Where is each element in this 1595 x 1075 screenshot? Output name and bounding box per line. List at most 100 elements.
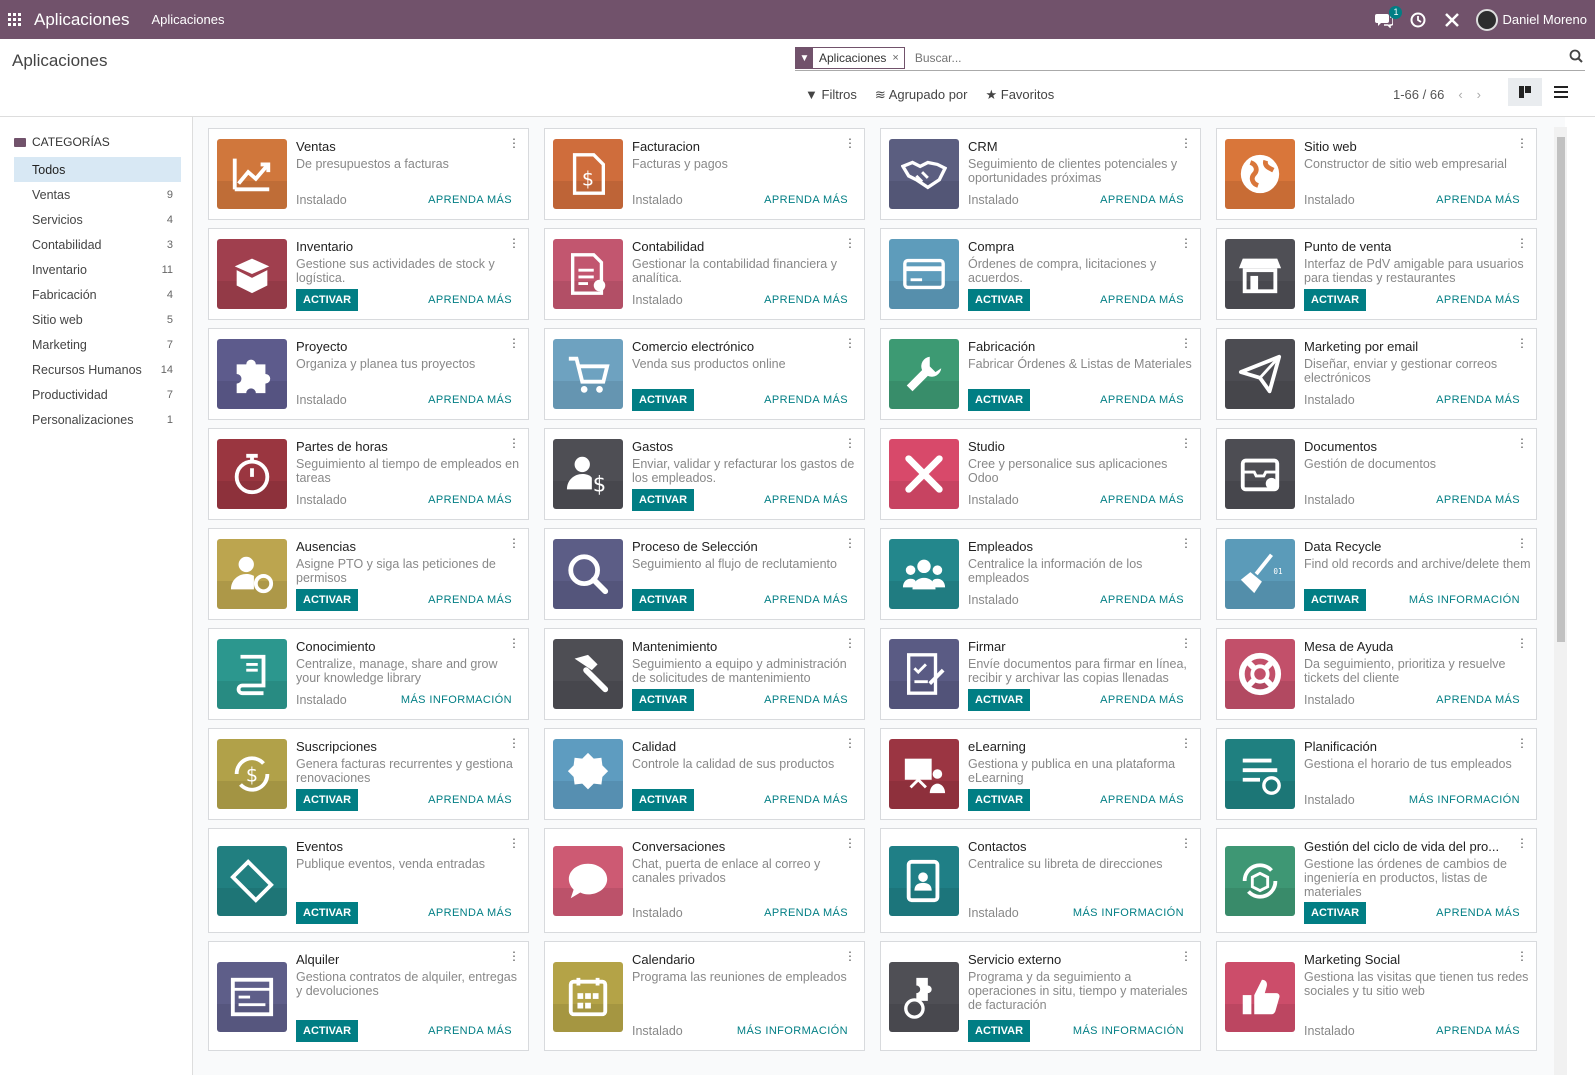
- app-card[interactable]: ⋮ Ausencias Asigne PTO y siga las petici…: [208, 528, 529, 620]
- app-card[interactable]: ⋮ Fabricación Fabricar Órdenes & Listas …: [880, 328, 1201, 420]
- kebab-menu-icon[interactable]: ⋮: [1180, 137, 1192, 149]
- kebab-menu-icon[interactable]: ⋮: [1516, 950, 1528, 962]
- category-item[interactable]: Recursos Humanos 14: [14, 357, 181, 382]
- activate-button[interactable]: ACTIVAR: [632, 489, 695, 511]
- learn-more-link[interactable]: APRENDA MÁS: [764, 794, 848, 806]
- learn-more-link[interactable]: APRENDA MÁS: [1100, 194, 1184, 206]
- learn-more-link[interactable]: APRENDA MÁS: [1436, 494, 1520, 506]
- kebab-menu-icon[interactable]: ⋮: [844, 437, 856, 449]
- more-info-link[interactable]: MÁS INFORMACIÓN: [1409, 794, 1520, 806]
- scrollbar-thumb[interactable]: [1557, 137, 1565, 642]
- app-card[interactable]: ⋮ Documentos Gestión de documentos Insta…: [1216, 428, 1537, 520]
- learn-more-link[interactable]: APRENDA MÁS: [1100, 294, 1184, 306]
- learn-more-link[interactable]: APRENDA MÁS: [764, 194, 848, 206]
- app-card[interactable]: $ ⋮ Gastos Enviar, validar y refacturar …: [544, 428, 865, 520]
- kebab-menu-icon[interactable]: ⋮: [1180, 437, 1192, 449]
- filters-button[interactable]: ▼ Filtros: [805, 87, 857, 103]
- list-view-button[interactable]: [1544, 78, 1578, 106]
- category-item[interactable]: Inventario 11: [14, 257, 181, 282]
- kebab-menu-icon[interactable]: ⋮: [1180, 337, 1192, 349]
- activate-button[interactable]: ACTIVAR: [968, 789, 1031, 811]
- activate-button[interactable]: ACTIVAR: [296, 902, 359, 924]
- app-card[interactable]: ⋮ eLearning Gestiona y publica en una pl…: [880, 728, 1201, 820]
- brand-title[interactable]: Aplicaciones: [34, 10, 129, 30]
- app-card[interactable]: ⋮ Gestión del ciclo de vida del pro... G…: [1216, 828, 1537, 933]
- activate-button[interactable]: ACTIVAR: [296, 589, 359, 611]
- app-card[interactable]: ⋮ Partes de horas Seguimiento al tiempo …: [208, 428, 529, 520]
- learn-more-link[interactable]: APRENDA MÁS: [1100, 494, 1184, 506]
- search-icon[interactable]: [1569, 49, 1583, 67]
- category-item[interactable]: Servicios 4: [14, 207, 181, 232]
- activate-button[interactable]: ACTIVAR: [968, 289, 1031, 311]
- kebab-menu-icon[interactable]: ⋮: [1180, 837, 1192, 849]
- kebab-menu-icon[interactable]: ⋮: [1180, 237, 1192, 249]
- kebab-menu-icon[interactable]: ⋮: [844, 950, 856, 962]
- activate-button[interactable]: ACTIVAR: [632, 589, 695, 611]
- app-card[interactable]: ⋮ Marketing por email Diseñar, enviar y …: [1216, 328, 1537, 420]
- activate-button[interactable]: ACTIVAR: [296, 289, 359, 311]
- learn-more-link[interactable]: APRENDA MÁS: [1436, 294, 1520, 306]
- app-card[interactable]: 0110 ⋮ Data Recycle Find old records and…: [1216, 528, 1537, 620]
- kebab-menu-icon[interactable]: ⋮: [508, 837, 520, 849]
- activate-button[interactable]: ACTIVAR: [632, 789, 695, 811]
- app-card[interactable]: ⋮ Servicio externo Programa y da seguimi…: [880, 941, 1201, 1051]
- category-item[interactable]: Personalizaciones 1: [14, 407, 181, 432]
- app-card[interactable]: ⋮ Compra Órdenes de compra, licitaciones…: [880, 228, 1201, 320]
- app-card[interactable]: ⋮ Conocimiento Centralize, manage, share…: [208, 628, 529, 720]
- app-card[interactable]: ⋮ Punto de venta Interfaz de PdV amigabl…: [1216, 228, 1537, 320]
- tools-icon[interactable]: [1442, 10, 1462, 30]
- menu-item-aplicaciones[interactable]: Aplicaciones: [151, 12, 224, 27]
- app-card[interactable]: ⋮ Contabilidad Gestionar la contabilidad…: [544, 228, 865, 320]
- learn-more-link[interactable]: APRENDA MÁS: [1100, 594, 1184, 606]
- kebab-menu-icon[interactable]: ⋮: [1180, 637, 1192, 649]
- kebab-menu-icon[interactable]: ⋮: [508, 137, 520, 149]
- activate-button[interactable]: ACTIVAR: [1304, 289, 1367, 311]
- learn-more-link[interactable]: APRENDA MÁS: [764, 494, 848, 506]
- app-card[interactable]: ⋮ Sitio web Constructor de sitio web emp…: [1216, 128, 1537, 220]
- app-card[interactable]: ⋮ Eventos Publique eventos, venda entrad…: [208, 828, 529, 933]
- kebab-menu-icon[interactable]: ⋮: [1180, 737, 1192, 749]
- more-info-link[interactable]: MÁS INFORMACIÓN: [1073, 1025, 1184, 1037]
- app-card[interactable]: ⋮ Comercio electrónico Venda sus product…: [544, 328, 865, 420]
- kebab-menu-icon[interactable]: ⋮: [1516, 837, 1528, 849]
- category-item[interactable]: Sitio web 5: [14, 307, 181, 332]
- more-info-link[interactable]: MÁS INFORMACIÓN: [401, 694, 512, 706]
- kebab-menu-icon[interactable]: ⋮: [508, 637, 520, 649]
- app-card[interactable]: ⋮ Ventas De presupuestos a facturas Inst…: [208, 128, 529, 220]
- app-card[interactable]: ⋮ Proceso de Selección Seguimiento al fl…: [544, 528, 865, 620]
- learn-more-link[interactable]: APRENDA MÁS: [428, 194, 512, 206]
- activate-button[interactable]: ACTIVAR: [1304, 589, 1367, 611]
- learn-more-link[interactable]: APRENDA MÁS: [428, 294, 512, 306]
- activate-button[interactable]: ACTIVAR: [632, 389, 695, 411]
- learn-more-link[interactable]: APRENDA MÁS: [428, 494, 512, 506]
- kebab-menu-icon[interactable]: ⋮: [1180, 537, 1192, 549]
- activate-button[interactable]: ACTIVAR: [968, 389, 1031, 411]
- app-card[interactable]: ⋮ Alquiler Gestiona contratos de alquile…: [208, 941, 529, 1051]
- kebab-menu-icon[interactable]: ⋮: [844, 637, 856, 649]
- app-card[interactable]: ⋮ Calidad Controle la calidad de sus pro…: [544, 728, 865, 820]
- learn-more-link[interactable]: APRENDA MÁS: [428, 907, 512, 919]
- learn-more-link[interactable]: APRENDA MÁS: [1436, 394, 1520, 406]
- app-card[interactable]: $ ⋮ Suscripciones Genera facturas recurr…: [208, 728, 529, 820]
- kebab-menu-icon[interactable]: ⋮: [508, 337, 520, 349]
- app-menu-icon[interactable]: [8, 12, 22, 27]
- pager-previous-icon[interactable]: ‹: [1458, 87, 1462, 102]
- learn-more-link[interactable]: APRENDA MÁS: [764, 594, 848, 606]
- kebab-menu-icon[interactable]: ⋮: [1180, 950, 1192, 962]
- app-card[interactable]: ⋮ Mesa de Ayuda Da seguimiento, prioriti…: [1216, 628, 1537, 720]
- learn-more-link[interactable]: APRENDA MÁS: [428, 1025, 512, 1037]
- groupby-button[interactable]: ≋ Agrupado por: [875, 87, 968, 103]
- kebab-menu-icon[interactable]: ⋮: [844, 337, 856, 349]
- learn-more-link[interactable]: APRENDA MÁS: [428, 794, 512, 806]
- app-card[interactable]: ⋮ Empleados Centralice la información de…: [880, 528, 1201, 620]
- more-info-link[interactable]: MÁS INFORMACIÓN: [1409, 594, 1520, 606]
- activate-button[interactable]: ACTIVAR: [1304, 902, 1367, 924]
- activate-button[interactable]: ACTIVAR: [968, 689, 1031, 711]
- kebab-menu-icon[interactable]: ⋮: [508, 437, 520, 449]
- app-card[interactable]: ⋮ Proyecto Organiza y planea tus proyect…: [208, 328, 529, 420]
- app-card[interactable]: ⋮ Mantenimiento Seguimiento a equipo y a…: [544, 628, 865, 720]
- learn-more-link[interactable]: APRENDA MÁS: [428, 594, 512, 606]
- activate-button[interactable]: ACTIVAR: [968, 1020, 1031, 1042]
- kebab-menu-icon[interactable]: ⋮: [508, 537, 520, 549]
- app-card[interactable]: ⋮ Marketing Social Gestiona las visitas …: [1216, 941, 1537, 1051]
